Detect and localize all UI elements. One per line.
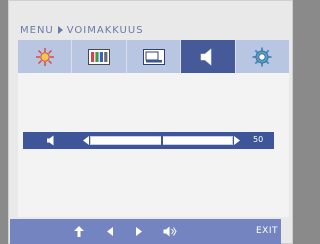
left-arrow-icon[interactable] xyxy=(107,227,113,236)
breadcrumb-arrow-icon xyxy=(57,26,63,34)
return-up-arrow-icon[interactable] xyxy=(74,226,84,237)
color-bars-icon xyxy=(88,48,111,65)
volume-control-icon[interactable] xyxy=(163,226,177,237)
monitor-osd-menu: MENU VOIMAKKUUS xyxy=(8,0,293,244)
settings-gear-icon xyxy=(252,47,272,66)
tab-settings[interactable] xyxy=(236,40,289,73)
speaker-icon xyxy=(47,135,54,146)
volume-slider-row[interactable]: 50 xyxy=(23,132,274,149)
breadcrumb-menu: MENU xyxy=(20,24,54,36)
volume-slider-track[interactable] xyxy=(90,136,233,145)
tab-volume[interactable] xyxy=(181,40,236,73)
volume-value: 50 xyxy=(253,135,264,144)
brightness-sun-icon xyxy=(35,47,54,66)
tab-color[interactable] xyxy=(72,40,127,73)
bottom-control-bar: EXIT xyxy=(10,219,281,244)
volume-slider-fill xyxy=(91,137,162,144)
decrease-arrow-icon[interactable] xyxy=(83,136,89,145)
right-arrow-icon[interactable] xyxy=(136,227,142,236)
increase-arrow-icon[interactable] xyxy=(234,136,240,145)
breadcrumb: MENU VOIMAKKUUS xyxy=(20,23,144,37)
display-screen-icon xyxy=(142,48,165,65)
menu-tabs xyxy=(18,40,289,73)
exit-button[interactable]: EXIT xyxy=(256,226,278,236)
tab-display[interactable] xyxy=(127,40,182,73)
tab-picture[interactable] xyxy=(18,40,73,73)
volume-slider-handle[interactable] xyxy=(161,136,163,145)
speaker-icon xyxy=(200,47,212,66)
breadcrumb-current: VOIMAKKUUS xyxy=(66,24,144,36)
